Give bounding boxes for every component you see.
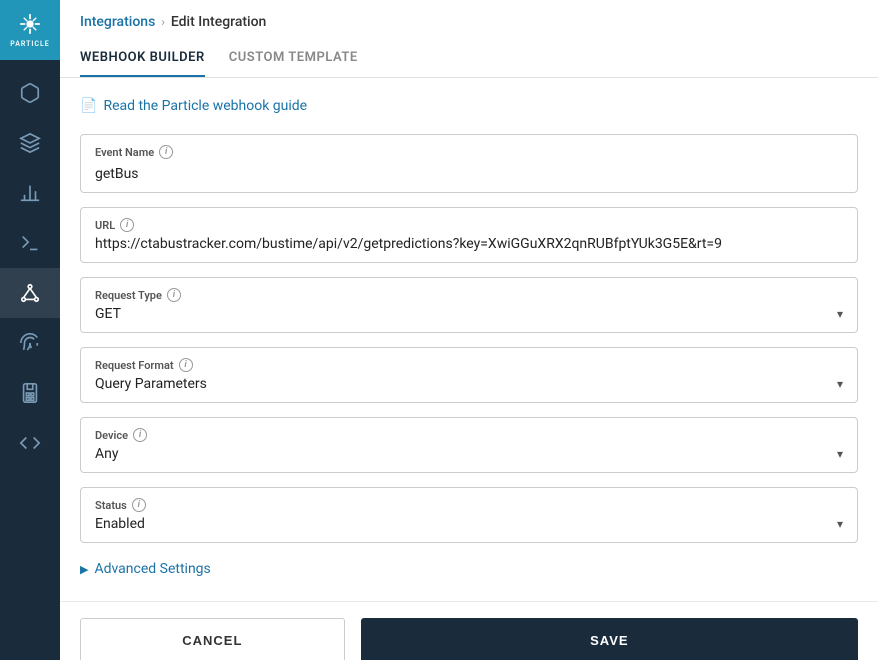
layers-icon <box>19 132 41 154</box>
sidebar-item-sim[interactable] <box>0 368 60 418</box>
request-type-label: Request Type i <box>95 288 843 302</box>
sim-icon <box>19 382 41 404</box>
request-format-field[interactable]: Request Format i Query Parameters ▾ <box>80 347 858 403</box>
status-info-icon[interactable]: i <box>132 498 146 512</box>
cancel-button[interactable]: CANCEL <box>80 618 345 660</box>
status-select[interactable]: Enabled ▾ <box>95 516 843 532</box>
request-format-label: Request Format i <box>95 358 843 372</box>
form-area: 📄 Read the Particle webhook guide Event … <box>60 78 878 601</box>
request-type-field[interactable]: Request Type i GET ▾ <box>80 277 858 333</box>
terminal-icon <box>19 232 41 254</box>
url-value[interactable]: https://ctabustracker.com/bustime/api/v2… <box>95 236 843 252</box>
chevron-down-icon: ▾ <box>837 447 843 461</box>
event-name-label: Event Name i <box>95 145 843 159</box>
main-content: Integrations › Edit Integration WEBHOOK … <box>60 0 878 660</box>
document-icon: 📄 <box>80 98 97 114</box>
advanced-settings-toggle[interactable]: ▶ Advanced Settings <box>80 557 858 581</box>
cube-icon <box>19 82 41 104</box>
guide-link[interactable]: 📄 Read the Particle webhook guide <box>80 98 858 114</box>
sidebar-item-auth[interactable] <box>0 318 60 368</box>
breadcrumb-link[interactable]: Integrations <box>80 14 155 30</box>
device-info-icon[interactable]: i <box>133 428 147 442</box>
chevron-down-icon: ▾ <box>837 307 843 321</box>
device-value: Any <box>95 446 119 462</box>
request-type-value: GET <box>95 306 121 322</box>
breadcrumb-separator: › <box>161 15 165 29</box>
action-buttons: CANCEL SAVE <box>60 601 878 660</box>
fingerprint-icon <box>19 332 41 354</box>
request-type-info-icon[interactable]: i <box>167 288 181 302</box>
sidebar-item-devices[interactable] <box>0 68 60 118</box>
code-icon <box>19 432 41 454</box>
chevron-down-icon: ▾ <box>837 377 843 391</box>
tab-custom-template[interactable]: CUSTOM TEMPLATE <box>229 40 358 77</box>
device-select[interactable]: Any ▾ <box>95 446 843 462</box>
url-info-icon[interactable]: i <box>120 218 134 232</box>
event-name-info-icon[interactable]: i <box>159 145 173 159</box>
sidebar-item-reports[interactable] <box>0 168 60 218</box>
request-format-select[interactable]: Query Parameters ▾ <box>95 376 843 392</box>
sidebar-item-layers[interactable] <box>0 118 60 168</box>
tabs-bar: WEBHOOK BUILDER CUSTOM TEMPLATE <box>60 40 878 78</box>
sidebar-item-console[interactable] <box>0 218 60 268</box>
request-format-info-icon[interactable]: i <box>179 358 193 372</box>
url-label: URL i <box>95 218 843 232</box>
device-label: Device i <box>95 428 843 442</box>
sidebar: PARTICLE <box>0 0 60 660</box>
chart-icon <box>19 182 41 204</box>
sidebar-item-code[interactable] <box>0 418 60 468</box>
chevron-right-icon: ▶ <box>80 563 88 576</box>
event-name-field: Event Name i <box>80 134 858 193</box>
app-logo[interactable]: PARTICLE <box>0 0 60 60</box>
sidebar-item-integrations[interactable] <box>0 268 60 318</box>
status-label: Status i <box>95 498 843 512</box>
tab-webhook-builder[interactable]: WEBHOOK BUILDER <box>80 40 205 77</box>
breadcrumb: Integrations › Edit Integration <box>60 0 878 40</box>
url-field: URL i https://ctabustracker.com/bustime/… <box>80 207 858 263</box>
nodes-icon <box>19 282 41 304</box>
chevron-down-icon: ▾ <box>837 517 843 531</box>
logo-icon <box>19 13 41 38</box>
status-field[interactable]: Status i Enabled ▾ <box>80 487 858 543</box>
request-format-value: Query Parameters <box>95 376 207 392</box>
save-button[interactable]: SAVE <box>361 618 858 660</box>
logo-text: PARTICLE <box>10 40 49 48</box>
advanced-settings-label: Advanced Settings <box>94 561 210 577</box>
status-value: Enabled <box>95 516 145 532</box>
event-name-input[interactable] <box>95 166 843 182</box>
guide-link-text: Read the Particle webhook guide <box>103 98 307 114</box>
sidebar-nav <box>0 60 60 660</box>
request-type-select[interactable]: GET ▾ <box>95 306 843 322</box>
device-field[interactable]: Device i Any ▾ <box>80 417 858 473</box>
breadcrumb-current: Edit Integration <box>171 14 266 30</box>
